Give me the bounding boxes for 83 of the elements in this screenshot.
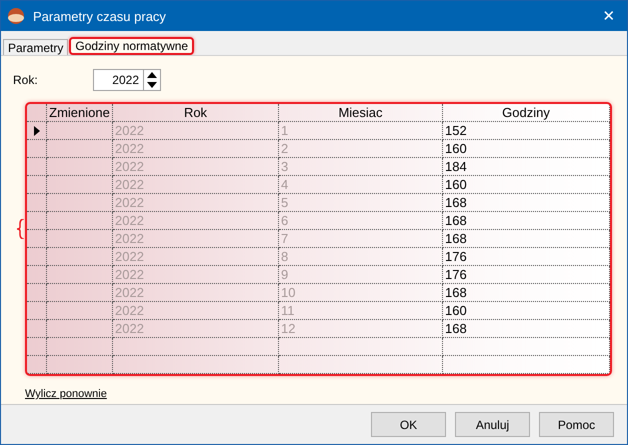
row-indicator-cell[interactable] [27, 194, 47, 212]
table-cell: 2022 [113, 320, 279, 338]
table-cell: 2022 [113, 284, 279, 302]
table-cell: 10 [279, 284, 443, 302]
table-cell: 3 [279, 158, 443, 176]
empty-cell [47, 284, 113, 302]
empty-cell [47, 266, 113, 284]
column-header[interactable]: Rok [113, 104, 279, 122]
table-cell[interactable]: 176 [443, 266, 610, 284]
table-cell: 2022 [113, 302, 279, 320]
table-cell: 2022 [113, 266, 279, 284]
table-cell: 9 [279, 266, 443, 284]
table-cell: 2022 [113, 176, 279, 194]
up-arrow-icon[interactable] [144, 70, 160, 80]
tab[interactable]: Parametry [3, 39, 68, 55]
table-cell: 2022 [113, 194, 279, 212]
dialog-button[interactable]: Anuluj [455, 412, 530, 437]
row-indicator-cell[interactable] [27, 284, 47, 302]
table-cell[interactable]: 168 [443, 284, 610, 302]
table-cell[interactable]: 152 [443, 122, 610, 140]
row-indicator-cell[interactable] [27, 338, 47, 356]
column-header[interactable]: Zmienione [47, 104, 113, 122]
table-cell: 6 [279, 212, 443, 230]
table-cell: 2022 [113, 230, 279, 248]
table-cell: 5 [279, 194, 443, 212]
table-cell[interactable]: 168 [443, 230, 610, 248]
table-cell: 2022 [113, 248, 279, 266]
table-cell: 11 [279, 302, 443, 320]
row-indicator-cell[interactable] [27, 176, 47, 194]
column-header[interactable]: Miesiac [279, 104, 443, 122]
year-label: Rok: [13, 73, 39, 87]
row-indicator-cell[interactable] [27, 122, 47, 140]
app-logo-icon [7, 7, 25, 25]
row-indicator-cell[interactable] [27, 140, 47, 158]
empty-cell [47, 122, 113, 140]
year-spinner[interactable]: 2022 [93, 69, 161, 91]
empty-cell [47, 356, 113, 374]
table-cell: 2022 [113, 122, 279, 140]
row-indicator-cell[interactable] [27, 212, 47, 230]
row-indicator-cell[interactable] [27, 320, 47, 338]
empty-cell [47, 230, 113, 248]
row-pointer-icon [34, 126, 40, 136]
table-cell: 2022 [113, 140, 279, 158]
close-button[interactable]: ✕ [591, 7, 627, 25]
corner-cell [27, 104, 47, 122]
empty-cell [47, 338, 113, 356]
row-indicator-cell[interactable] [27, 302, 47, 320]
dialog-button[interactable]: Pomoc [539, 412, 614, 437]
table-cell: 7 [279, 230, 443, 248]
table-cell: 2022 [113, 212, 279, 230]
table-cell[interactable]: 168 [443, 212, 610, 230]
column-header[interactable]: Godziny [443, 104, 610, 122]
empty-cell [47, 194, 113, 212]
table-cell: 12 [279, 320, 443, 338]
table-cell: 1 [279, 122, 443, 140]
empty-cell [47, 320, 113, 338]
row-indicator-cell[interactable] [27, 158, 47, 176]
table-cell[interactable]: 184 [443, 158, 610, 176]
empty-cell [47, 212, 113, 230]
table-cell[interactable]: 168 [443, 194, 610, 212]
recalculate-link[interactable]: Wylicz ponownie [25, 388, 107, 400]
empty-cell [47, 302, 113, 320]
table-cell[interactable]: 160 [443, 140, 610, 158]
empty-cell [47, 158, 113, 176]
dialog-button[interactable]: OK [371, 412, 446, 437]
row-indicator-cell[interactable] [27, 266, 47, 284]
row-indicator-cell[interactable] [27, 248, 47, 266]
tab[interactable]: Godziny normatywne [69, 37, 194, 55]
table-cell[interactable]: 160 [443, 176, 610, 194]
table-cell: 4 [279, 176, 443, 194]
empty-cell [47, 176, 113, 194]
table-cell: 2022 [113, 158, 279, 176]
row-indicator-cell[interactable] [27, 356, 47, 374]
table-cell[interactable]: 160 [443, 302, 610, 320]
table-cell: 8 [279, 248, 443, 266]
row-indicator-cell[interactable] [27, 230, 47, 248]
down-arrow-icon[interactable] [144, 80, 160, 90]
window-title: Parametry czasu pracy [33, 8, 167, 24]
empty-cell [47, 248, 113, 266]
empty-cell [47, 140, 113, 158]
table-cell[interactable]: 176 [443, 248, 610, 266]
table-cell[interactable]: 168 [443, 320, 610, 338]
table-cell: 2 [279, 140, 443, 158]
